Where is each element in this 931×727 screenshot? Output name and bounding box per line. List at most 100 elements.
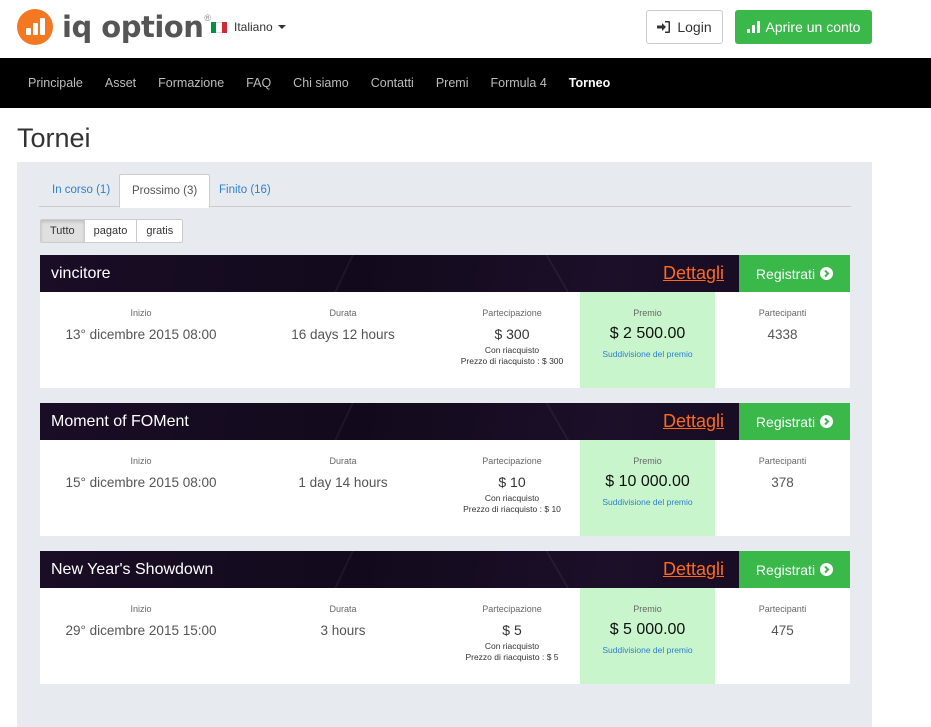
start-label: Inizio bbox=[130, 604, 152, 614]
logo[interactable]: iq option ® bbox=[17, 9, 211, 45]
tournament-tabs: In corso (1) Prossimo (3) Finito (16) bbox=[39, 174, 851, 208]
tab-prossimo[interactable]: Prossimo (3) bbox=[119, 174, 211, 208]
nav-item-faq[interactable]: FAQ bbox=[246, 76, 271, 90]
register-button[interactable]: Registrati bbox=[739, 403, 850, 440]
participants-value: 4338 bbox=[767, 327, 798, 342]
filter-tutto-button[interactable]: Tutto bbox=[40, 219, 85, 243]
top-header: iq option ® Italiano Login Aprire un con… bbox=[0, 0, 931, 58]
duration-value: 16 days 12 hours bbox=[291, 327, 395, 342]
participation-label: Partecipazione bbox=[482, 456, 542, 466]
prize-split-link[interactable]: Suddivisione del premio bbox=[580, 645, 715, 655]
tournament-card: Moment of FOMent Dettagli Registrati Ini… bbox=[40, 403, 850, 536]
open-account-label: Aprire un conto bbox=[765, 19, 861, 35]
prize-value: $ 10 000.00 bbox=[605, 473, 690, 490]
tournament-card: New Year's Showdown Dettagli Registrati … bbox=[40, 551, 850, 684]
chevron-circle-right-icon bbox=[820, 267, 834, 280]
nav-item-premi[interactable]: Premi bbox=[436, 76, 469, 90]
details-link[interactable]: Dettagli bbox=[663, 403, 724, 440]
nav-item-principale[interactable]: Principale bbox=[28, 76, 83, 90]
participation-column: Partecipazione $ 300 Con riacquisto Prez… bbox=[444, 292, 580, 388]
tab-finito[interactable]: Finito (16) bbox=[207, 174, 283, 207]
prize-value: $ 2 500.00 bbox=[609, 325, 686, 342]
participants-value: 378 bbox=[771, 475, 794, 490]
start-value: 29° dicembre 2015 15:00 bbox=[65, 623, 217, 638]
tournament-name: Moment of FOMent bbox=[51, 413, 189, 430]
start-label: Inizio bbox=[130, 308, 152, 318]
duration-value: 3 hours bbox=[320, 623, 366, 638]
rebuy-price: Prezzo di riacquisto : $ 10 bbox=[463, 504, 561, 514]
nav-item-torneo[interactable]: Torneo bbox=[569, 76, 610, 90]
participation-column: Partecipazione $ 5 Con riacquisto Prezzo… bbox=[444, 588, 580, 684]
nav-item-formula-4[interactable]: Formula 4 bbox=[491, 76, 547, 90]
nav-item-asset[interactable]: Asset bbox=[105, 76, 136, 90]
participation-fee: $ 300 bbox=[494, 326, 530, 342]
chevron-circle-right-icon bbox=[820, 563, 834, 576]
tournament-name: vincitore bbox=[51, 265, 111, 282]
duration-label: Durata bbox=[329, 604, 357, 614]
rebuy-price: Prezzo di riacquisto : $ 300 bbox=[460, 356, 564, 366]
participants-label: Partecipanti bbox=[758, 308, 807, 318]
prize-label: Premio bbox=[633, 308, 662, 318]
register-label: Registrati bbox=[755, 413, 816, 430]
duration-column: Durata 16 days 12 hours bbox=[242, 292, 444, 388]
start-column: Inizio 15° dicembre 2015 08:00 bbox=[40, 440, 242, 536]
duration-label: Durata bbox=[329, 456, 357, 466]
participants-column: Partecipanti 378 bbox=[715, 440, 850, 536]
filter-pagato-button[interactable]: pagato bbox=[83, 219, 138, 243]
participants-label: Partecipanti bbox=[758, 456, 807, 466]
participation-column: Partecipazione $ 10 Con riacquisto Prezz… bbox=[444, 440, 580, 536]
page-title: Tornei bbox=[17, 123, 91, 153]
details-link[interactable]: Dettagli bbox=[663, 255, 724, 292]
filter-gratis-button[interactable]: gratis bbox=[136, 219, 184, 243]
participants-label: Partecipanti bbox=[758, 604, 807, 614]
tournament-card-header: vincitore Dettagli Registrati bbox=[40, 255, 850, 292]
participants-value: 475 bbox=[771, 623, 794, 638]
nav-item-formazione[interactable]: Formazione bbox=[158, 76, 224, 90]
duration-label: Durata bbox=[329, 308, 357, 318]
participation-label: Partecipazione bbox=[482, 308, 542, 318]
tournament-card-body: Inizio 15° dicembre 2015 08:00 Durata 1 … bbox=[40, 440, 850, 536]
tab-in-corso[interactable]: In corso (1) bbox=[40, 174, 122, 207]
nav-item-chi-siamo[interactable]: Chi siamo bbox=[293, 76, 349, 90]
filter-group: Tutto pagato gratis bbox=[40, 219, 184, 243]
register-label: Registrati bbox=[755, 265, 816, 282]
chevron-down-icon bbox=[277, 25, 286, 29]
tournament-card-header: New Year's Showdown Dettagli Registrati bbox=[40, 551, 850, 588]
participation-fee: $ 10 bbox=[498, 474, 526, 490]
register-button[interactable]: Registrati bbox=[739, 551, 850, 588]
italy-flag-icon bbox=[211, 21, 227, 33]
prize-split-link[interactable]: Suddivisione del premio bbox=[580, 349, 715, 359]
main-nav: Principale Asset Formazione FAQ Chi siam… bbox=[0, 58, 931, 108]
prize-column: Premio $ 5 000.00 Suddivisione del premi… bbox=[580, 588, 715, 684]
duration-column: Durata 1 day 14 hours bbox=[242, 440, 444, 536]
tournament-card-body: Inizio 13° dicembre 2015 08:00 Durata 16… bbox=[40, 292, 850, 388]
register-button[interactable]: Registrati bbox=[739, 255, 850, 292]
tournament-card-body: Inizio 29° dicembre 2015 15:00 Durata 3 … bbox=[40, 588, 850, 684]
register-label: Registrati bbox=[755, 561, 816, 578]
rebuy-label: Con riacquisto bbox=[484, 345, 540, 355]
tournaments-panel: In corso (1) Prossimo (3) Finito (16) Tu… bbox=[17, 162, 872, 727]
prize-column: Premio $ 10 000.00 Suddivisione del prem… bbox=[580, 440, 715, 536]
details-link[interactable]: Dettagli bbox=[663, 551, 724, 588]
language-selector[interactable]: Italiano bbox=[211, 20, 286, 34]
participants-column: Partecipanti 475 bbox=[715, 588, 850, 684]
login-button[interactable]: Login bbox=[646, 10, 723, 44]
logo-text: iq option bbox=[62, 10, 204, 44]
duration-column: Durata 3 hours bbox=[242, 588, 444, 684]
open-account-button[interactable]: Aprire un conto bbox=[735, 10, 872, 44]
prize-value: $ 5 000.00 bbox=[609, 621, 686, 638]
start-column: Inizio 13° dicembre 2015 08:00 bbox=[40, 292, 242, 388]
login-label: Login bbox=[677, 19, 712, 35]
nav-item-contatti[interactable]: Contatti bbox=[371, 76, 414, 90]
start-value: 15° dicembre 2015 08:00 bbox=[65, 475, 217, 490]
registered-mark: ® bbox=[204, 13, 211, 23]
prize-column: Premio $ 2 500.00 Suddivisione del premi… bbox=[580, 292, 715, 388]
rebuy-label: Con riacquisto bbox=[484, 641, 540, 651]
chevron-circle-right-icon bbox=[820, 415, 834, 428]
duration-value: 1 day 14 hours bbox=[298, 475, 388, 490]
start-label: Inizio bbox=[130, 456, 152, 466]
start-value: 13° dicembre 2015 08:00 bbox=[65, 327, 217, 342]
tournament-card: vincitore Dettagli Registrati Inizio 13°… bbox=[40, 255, 850, 388]
prize-split-link[interactable]: Suddivisione del premio bbox=[580, 497, 715, 507]
language-label: Italiano bbox=[234, 20, 273, 34]
